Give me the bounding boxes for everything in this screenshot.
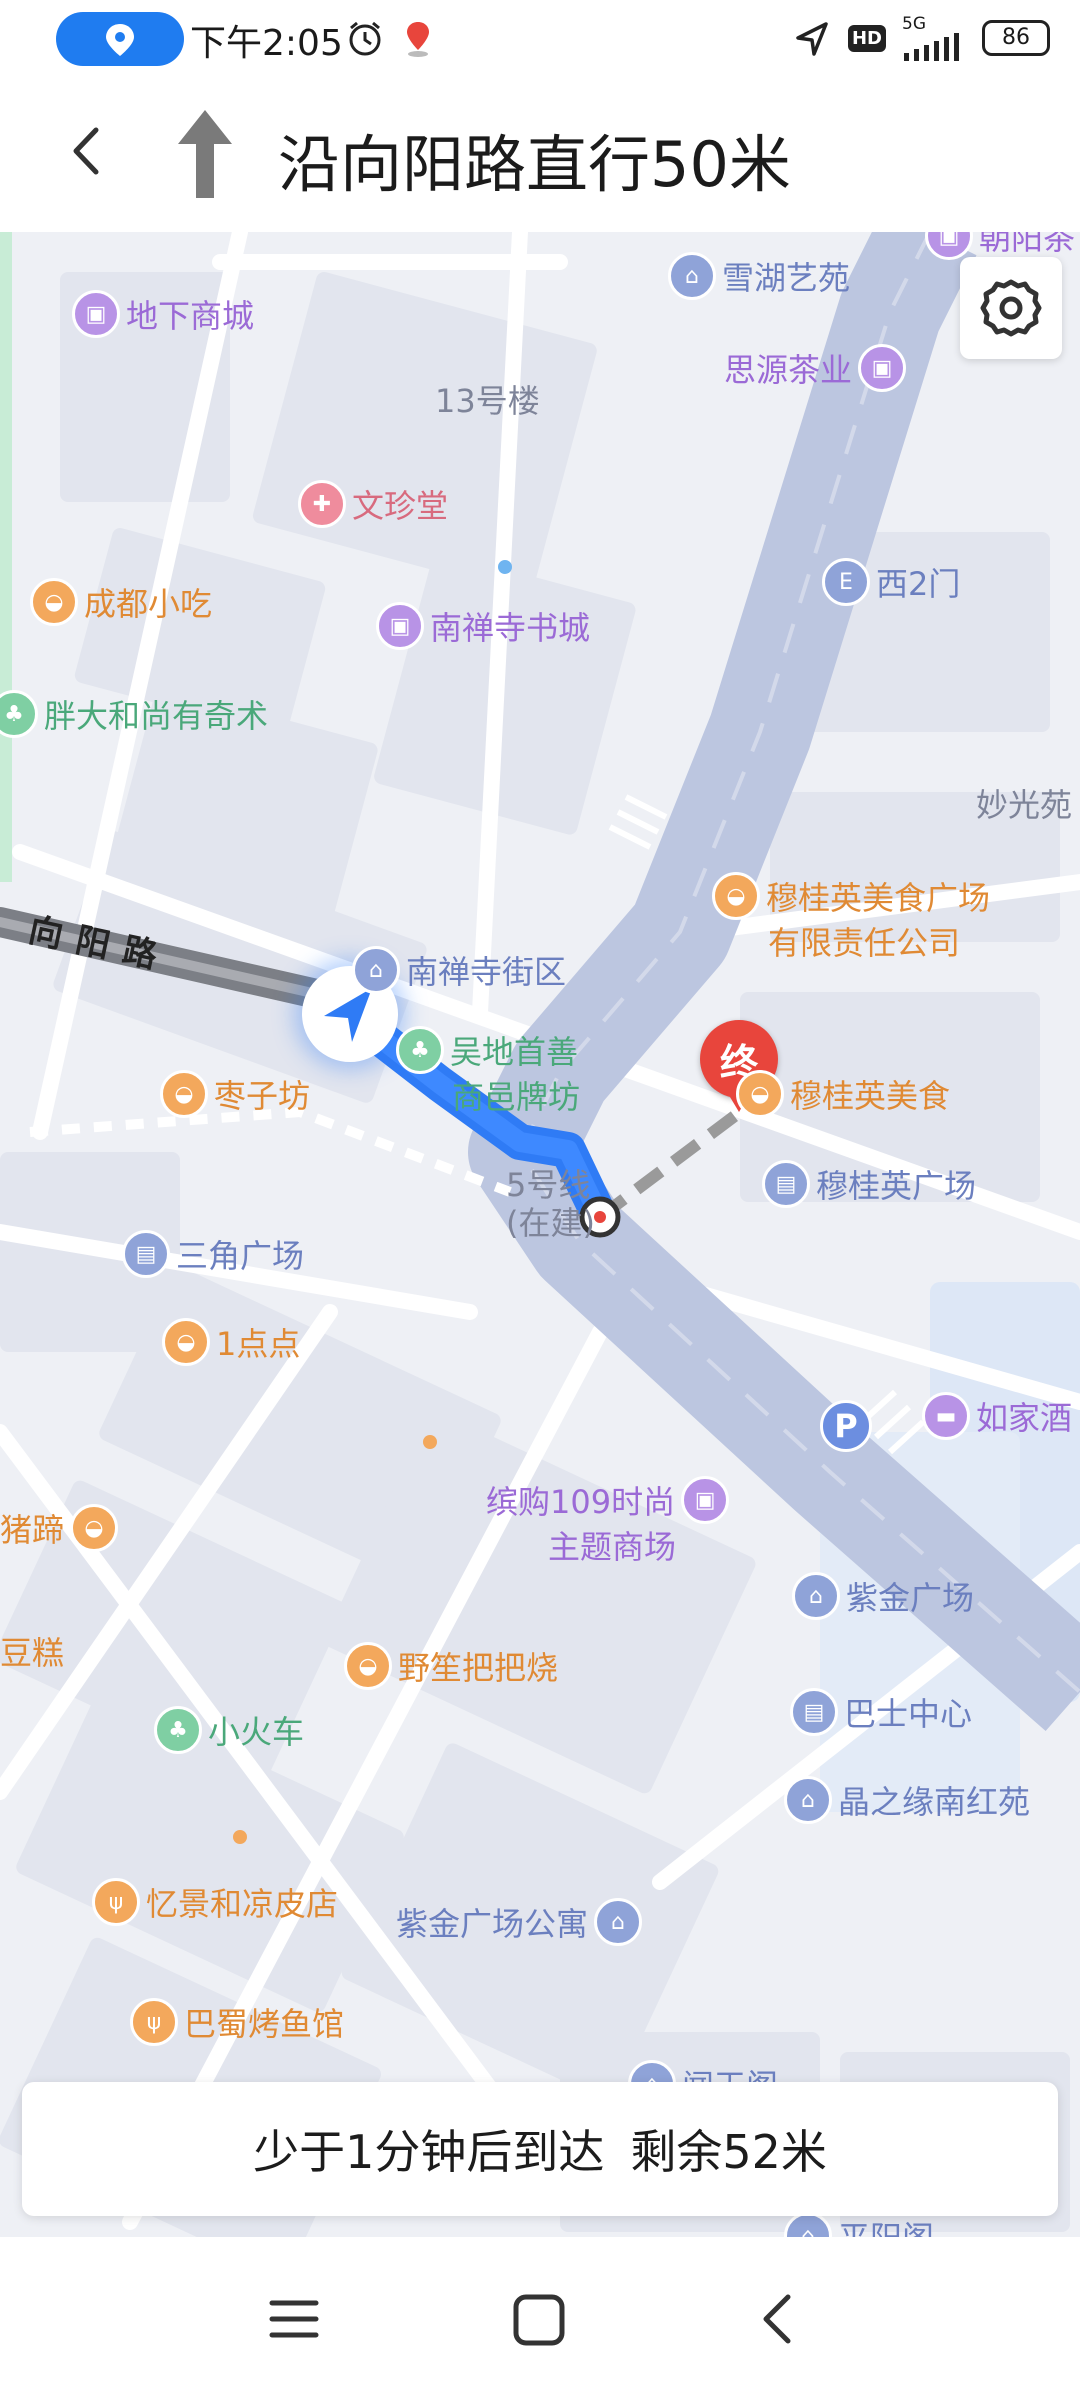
recent-apps-button[interactable] [262,2287,326,2351]
building-icon: ⌂ [668,252,716,300]
poi-wudi-shoushan[interactable]: ♣ 吴地首善 [396,1026,578,1074]
poi-1diandian[interactable]: ◒ 1点点 [162,1318,300,1366]
poi-bashi-zhongxin[interactable]: ▤ 巴士中心 [790,1688,972,1736]
gear-icon [980,279,1042,337]
cellular-signal: 5G [902,13,966,61]
poi-xiaohuoche[interactable]: ♣ 小火车 [154,1706,304,1754]
poi-siyuan-chaye[interactable]: ▣ 思源茶业 [724,344,907,392]
map-settings-button[interactable] [960,257,1062,359]
navigation-instruction: 沿向阳路直行50米 [278,128,791,201]
building-icon: ⌂ [784,1776,832,1824]
food-icon: ◒ [162,1318,210,1366]
building-label-13: 13号楼 [435,382,540,420]
restaurant-icon: ψ [92,1878,140,1926]
building-icon: ⌂ [594,1898,643,1946]
arrival-time-text: 少于1分钟后到达 [253,2125,605,2179]
poi-muguiying-meishi[interactable]: ◒ 穆桂英美食 [736,1070,950,1118]
poi-rujia-jiudian[interactable]: ▬ 如家酒 [922,1392,1072,1440]
restaurant-icon: ψ [130,1998,178,2046]
building-icon: ⌂ [792,1572,840,1620]
shopping-bag-icon: ▣ [858,344,907,392]
signal-bars-icon [904,32,959,61]
shopping-bag-icon: ▣ [681,1476,730,1524]
poi-nanchansi-shucheng[interactable]: ▣ 南禅寺书城 [376,602,590,650]
chevron-left-icon [73,127,99,175]
square-icon [513,2294,565,2346]
poi-nanchansi-jiequ[interactable]: ⌂ 南禅寺街区 [352,946,566,994]
shopping-bag-icon: ▣ [925,232,973,260]
location-indicator-pill[interactable] [56,12,184,66]
poi-muguiying-meishi-guangchang[interactable]: ◒ 穆桂英美食广场 [712,872,990,920]
navigation-header: 沿向阳路直行50米 [0,76,1080,232]
system-navigation-bar [0,2237,1080,2400]
navigation-arrow-icon [796,22,828,56]
poi-bashu-kaoyuguan[interactable]: ψ 巴蜀烤鱼馆 [130,1998,344,2046]
poi-dougao: 豆糕 [0,1634,65,1672]
poi-zhuti[interactable]: ◒ 猪蹄 [0,1504,119,1552]
parking-icon[interactable]: P [820,1400,872,1452]
arrival-info-card[interactable]: 少于1分钟后到达 剩余52米 [22,2082,1058,2216]
food-icon: ◒ [736,1070,784,1118]
battery-indicator: 86 [982,20,1050,56]
poi-sanjiao-guangchang[interactable]: ▤ 三角广场 [122,1230,304,1278]
straight-ahead-icon [170,108,240,204]
location-pin-icon [106,24,134,56]
status-icons-group: HD 5G 86 [792,12,1050,64]
poi-pangdaheshang[interactable]: ♣ 胖大和尚有奇术 [0,690,268,738]
poi-wenzhentang[interactable]: ✚ 文珍堂 [298,480,448,528]
system-back-button[interactable] [748,2287,812,2351]
food-icon: ◒ [344,1642,392,1690]
remaining-distance-text: 剩余52米 [630,2125,827,2179]
hotel-icon: ▬ [922,1392,970,1440]
office-icon: ▤ [790,1688,838,1736]
food-icon: ◒ [30,578,78,626]
poi-zhuti-shangchang-line2: 主题商场 [548,1528,677,1566]
hd-badge: HD [847,24,886,52]
poi-dixia-shangcheng[interactable]: ▣ 地下商城 [72,290,254,338]
poi-muguiying-company-line2: 有限责任公司 [768,924,961,962]
poi-shangyi-paifang-line2: 商邑牌坊 [452,1078,581,1116]
alarm-icon [345,18,385,62]
status-bar: 下午2:05 HD 5G 86 [0,0,1080,76]
network-type-label: 5G [902,13,926,34]
poi-chaoyang[interactable]: ▣ 朝阳茶 [925,232,1075,260]
food-icon: ◒ [160,1070,208,1118]
tree-icon: ♣ [396,1026,444,1074]
menu-icon [269,2300,319,2338]
office-icon: ▤ [122,1230,170,1278]
poi-jingzhiyuan-nanhongyuan[interactable]: ⌂ 晶之缘南红苑 [784,1776,1030,1824]
poi-xi-2-men[interactable]: E 西2门 [822,558,960,606]
poi-binggou-109[interactable]: ▣ 缤购109时尚 [486,1476,730,1524]
poi-chengdu-xiaochi[interactable]: ◒ 成都小吃 [30,578,212,626]
poi-muguiying-guangchang[interactable]: ▤ 穆桂英广场 [762,1160,976,1208]
poi-yijinghe-liangpi[interactable]: ψ 忆景和凉皮店 [92,1878,338,1926]
poi-yesheng-babashao[interactable]: ◒ 野笙把把烧 [344,1642,558,1690]
poi-zijin-gongyu[interactable]: ⌂ 紫金广场公寓 [396,1898,643,1946]
back-button[interactable] [54,116,124,186]
map-view[interactable]: 向阳路 终 ▣ 朝阳茶 ⌂ 雪湖艺苑 ▣ 地下商城 ▣ 思源茶业 13号楼 ✚ 文珍堂 E… [0,232,1080,2237]
tree-icon: ♣ [154,1706,202,1754]
food-icon: ◒ [712,872,760,920]
tree-icon: ♣ [0,690,38,738]
map-app-notification-icon [398,18,438,62]
food-icon: ◒ [70,1504,119,1552]
metro-status-label: (在建) [506,1204,595,1242]
back-icon [763,2294,791,2344]
gate-icon: E [822,558,870,606]
office-icon: ▤ [762,1160,810,1208]
poi-xuehu-yiyuan[interactable]: ⌂ 雪湖艺苑 [668,252,850,300]
poi-zaozifang[interactable]: ◒ 枣子坊 [160,1070,310,1118]
shopping-bag-icon: ▣ [72,290,120,338]
medical-icon: ✚ [298,480,346,528]
area-label-miaoguangyuan: 妙光苑 [976,786,1073,824]
building-icon: ⌂ [352,946,400,994]
home-button[interactable] [504,2285,574,2355]
status-time: 下午2:05 [190,23,343,64]
poi-zijin-guangchang[interactable]: ⌂ 紫金广场 [792,1572,974,1620]
shopping-bag-icon: ▣ [376,602,424,650]
